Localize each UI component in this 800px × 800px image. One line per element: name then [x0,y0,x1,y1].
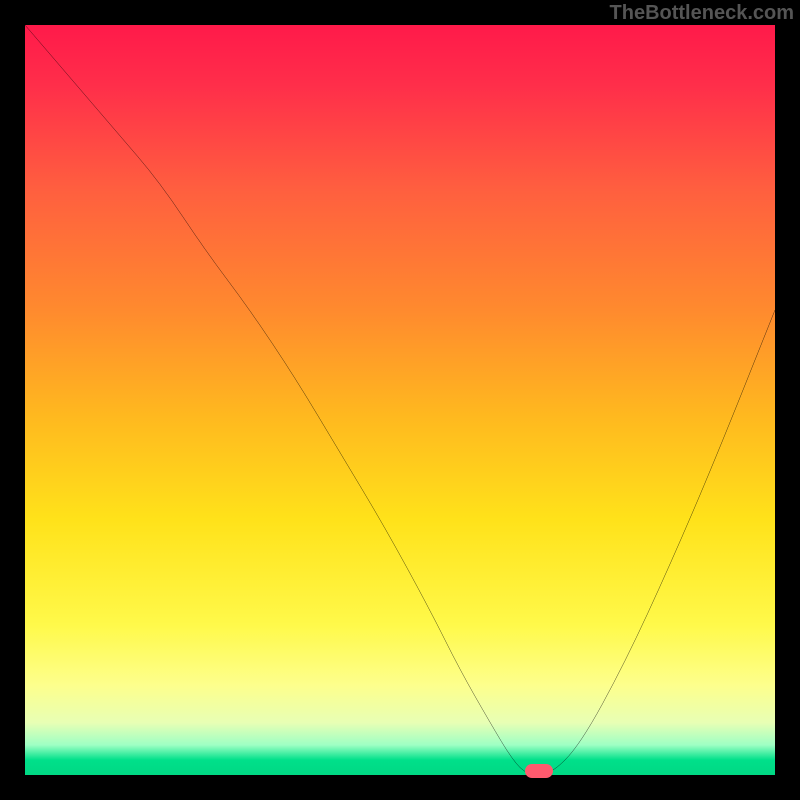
watermark-text: TheBottleneck.com [610,2,794,25]
bottleneck-curve [25,25,775,775]
plot-area [25,25,775,775]
optimal-marker [525,764,553,778]
curve-svg [25,25,775,775]
